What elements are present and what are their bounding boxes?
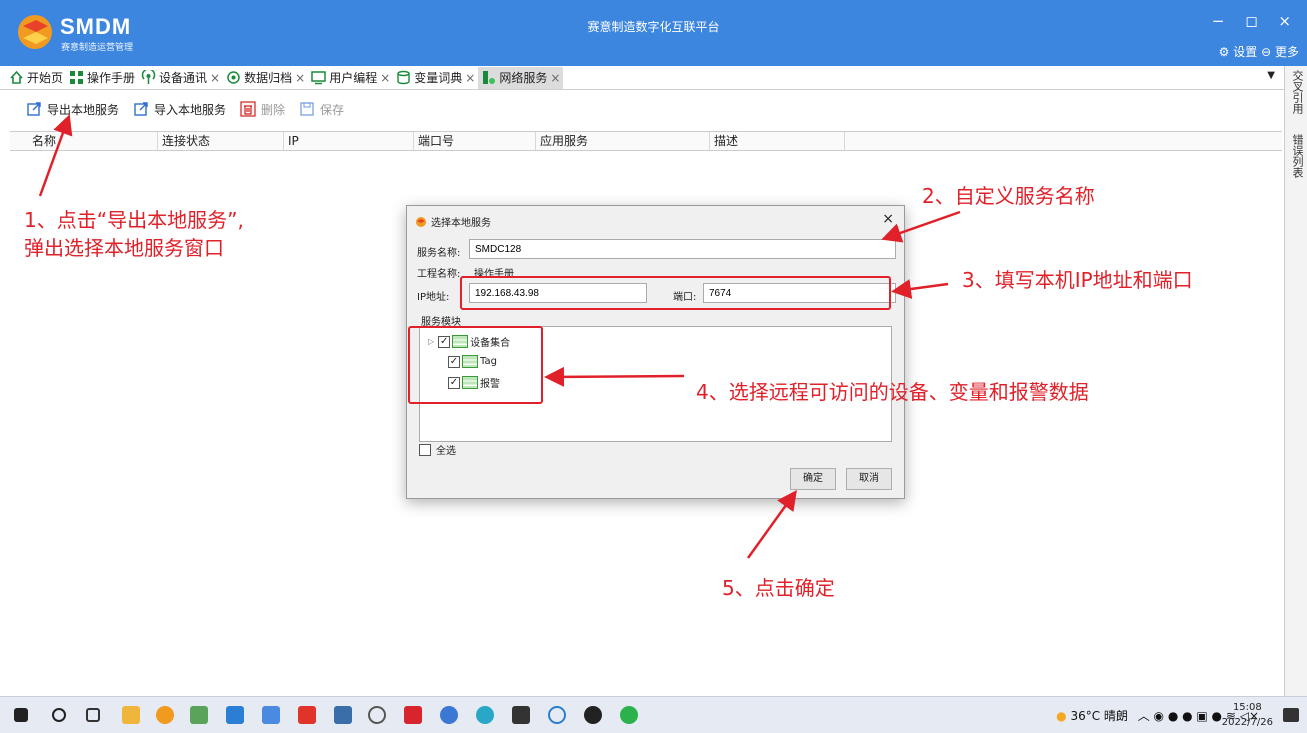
annotation-step1-line2: 弹出选择本地服务窗口 xyxy=(24,236,224,260)
app-icon-4[interactable] xyxy=(334,706,352,724)
clock[interactable]: 15:08 2022/7/26 xyxy=(1222,700,1273,730)
annotation-step3: 3、填写本机IP地址和端口 xyxy=(962,268,1193,292)
app-icon-7[interactable] xyxy=(548,706,566,724)
notification-icon[interactable] xyxy=(1283,708,1299,722)
wechat-icon[interactable] xyxy=(620,706,638,724)
annotation-step2: 2、自定义服务名称 xyxy=(922,184,1095,208)
chrome-icon[interactable] xyxy=(440,706,458,724)
annotation-step5: 5、点击确定 xyxy=(722,576,835,600)
clock-date: 2022/7/26 xyxy=(1221,717,1273,728)
annotation-step4: 4、选择远程可访问的设备、变量和报警数据 xyxy=(696,380,1089,404)
annotation-step1-line1: 1、点击“导出本地服务”, xyxy=(24,208,244,232)
terminal-icon[interactable] xyxy=(512,706,530,724)
app-icon-3[interactable] xyxy=(298,706,316,724)
app-icon-1[interactable] xyxy=(190,706,208,724)
weather-text[interactable]: 36°C 晴朗 xyxy=(1070,709,1127,723)
clock-time: 15:08 xyxy=(1232,702,1262,713)
app-icon-8[interactable] xyxy=(584,706,602,724)
wps-icon[interactable] xyxy=(404,706,422,724)
vscode-icon[interactable] xyxy=(226,706,244,724)
smdm-app-icon[interactable] xyxy=(156,706,174,724)
search-icon[interactable] xyxy=(52,708,66,722)
file-explorer-icon[interactable] xyxy=(122,706,140,724)
windows-taskbar: ● 36°C 晴朗 ︿ ◉ ● ● ▣ ● ≋ ◁× 15:08 2022/7/… xyxy=(0,696,1307,733)
annotation-arrows xyxy=(38,114,961,559)
task-view-icon[interactable] xyxy=(86,708,100,722)
app-icon-2[interactable] xyxy=(262,706,280,724)
weather-icon: ● xyxy=(1056,709,1067,723)
app-icon-6[interactable] xyxy=(476,706,494,724)
start-button-icon[interactable] xyxy=(14,708,28,722)
app-icon-5[interactable] xyxy=(368,706,386,724)
